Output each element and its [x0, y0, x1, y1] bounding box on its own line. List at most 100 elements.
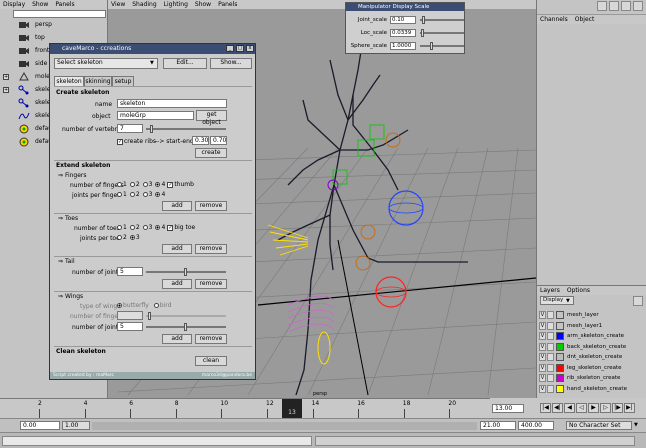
- layer-color-swatch[interactable]: [556, 374, 564, 382]
- manipulator-window-title[interactable]: Manipulator Display Scale: [346, 3, 464, 11]
- butterfly-radio[interactable]: [117, 303, 122, 308]
- tab-setup[interactable]: setup: [112, 76, 134, 86]
- loc-scale-field[interactable]: 0.0339: [390, 29, 416, 37]
- outliner-item[interactable]: persp: [0, 18, 108, 31]
- tail-joints-field[interactable]: 5: [117, 267, 143, 276]
- current-frame-marker[interactable]: 13: [282, 399, 302, 419]
- go-to-end-icon[interactable]: ▶|: [624, 403, 635, 413]
- show-button[interactable]: Show...: [210, 58, 252, 69]
- layer-visibility-toggle[interactable]: V: [539, 332, 546, 340]
- maximize-icon[interactable]: □: [236, 45, 244, 52]
- finger-joints-radio-2[interactable]: [129, 192, 135, 197]
- select-skeleton-dropdown[interactable]: Select skeleton: [54, 58, 158, 69]
- layers-menu-options[interactable]: Options: [567, 287, 590, 294]
- vertebras-field[interactable]: 7: [117, 124, 143, 133]
- playback-start-field[interactable]: 1.00: [62, 421, 90, 430]
- start-time-field[interactable]: 0.00: [20, 421, 60, 430]
- sphere-scale-slider[interactable]: [420, 42, 464, 50]
- channel-tool-icon[interactable]: [597, 1, 607, 11]
- command-input[interactable]: [2, 436, 312, 446]
- fingers-radio-3[interactable]: [142, 182, 148, 187]
- channel-box-icon[interactable]: [633, 1, 643, 11]
- layer-color-swatch[interactable]: [556, 353, 564, 361]
- toes-radio-1[interactable]: [117, 225, 122, 230]
- layer-color-swatch[interactable]: [556, 363, 564, 372]
- wings-remove-button[interactable]: remove: [195, 334, 227, 344]
- layer-type-toggle[interactable]: [547, 374, 554, 382]
- layer-row[interactable]: Vback_skeleton_create: [539, 342, 645, 352]
- loc-scale-slider[interactable]: [420, 29, 464, 37]
- name-field[interactable]: skeleton: [117, 99, 227, 108]
- toes-radio-4[interactable]: [155, 225, 161, 230]
- fingers-radio-4[interactable]: [155, 182, 161, 187]
- layer-type-toggle[interactable]: [547, 311, 554, 319]
- toes-add-button[interactable]: add: [162, 244, 192, 254]
- fingers-remove-button[interactable]: remove: [195, 201, 227, 211]
- toe-joints-radio-2[interactable]: [117, 235, 122, 240]
- play-forwards-icon[interactable]: ▶: [588, 403, 599, 413]
- layer-type-toggle[interactable]: [547, 321, 554, 330]
- new-layer-icon[interactable]: [633, 296, 643, 306]
- finger-joints-radio-1[interactable]: [117, 192, 122, 197]
- layer-visibility-toggle[interactable]: V: [539, 321, 546, 330]
- wing-joints-field[interactable]: 5: [117, 322, 143, 331]
- object-field[interactable]: moleGrp: [117, 111, 194, 120]
- tail-joints-slider[interactable]: [146, 268, 226, 276]
- edit-button[interactable]: Edit...: [163, 58, 207, 69]
- current-frame-field[interactable]: 13.00: [492, 404, 524, 413]
- layer-color-swatch[interactable]: [556, 342, 564, 351]
- expand-icon[interactable]: +: [3, 86, 9, 93]
- layer-type-toggle[interactable]: [547, 353, 554, 361]
- layer-row[interactable]: Vdnt_skeleton_create: [539, 352, 645, 362]
- layer-type-toggle[interactable]: [547, 332, 554, 340]
- toes-radio-3[interactable]: [142, 225, 148, 230]
- close-icon[interactable]: x: [246, 45, 254, 52]
- tab-skeleton[interactable]: skeleton: [54, 76, 84, 86]
- joint-scale-slider[interactable]: [420, 16, 464, 24]
- outliner-menu-display[interactable]: Display: [3, 1, 25, 8]
- step-back-key-icon[interactable]: ◀|: [552, 403, 563, 413]
- get-object-button[interactable]: get object: [196, 110, 227, 126]
- layer-visibility-toggle[interactable]: V: [539, 342, 546, 351]
- step-forward-frame-icon[interactable]: ▷: [600, 403, 611, 413]
- outliner-menu-panels[interactable]: Panels: [55, 1, 74, 8]
- tail-remove-button[interactable]: remove: [195, 279, 227, 289]
- channel-menu-object[interactable]: Object: [575, 16, 595, 23]
- sphere-scale-field[interactable]: 1.0000: [390, 42, 416, 50]
- attribute-editor-icon[interactable]: [609, 1, 619, 11]
- time-slider[interactable]: 2 4 6 8 10 12 14 16 18 20 13: [0, 398, 536, 419]
- layer-row[interactable]: Vrib_skeleton_create: [539, 373, 645, 383]
- outliner-menu-show[interactable]: Show: [32, 1, 48, 8]
- layer-visibility-toggle[interactable]: V: [539, 353, 546, 361]
- wing-fingers-field[interactable]: [117, 311, 143, 320]
- layer-visibility-toggle[interactable]: V: [539, 384, 546, 393]
- finger-joints-radio-3[interactable]: [142, 192, 148, 197]
- layer-row[interactable]: Varm_skeleton_create: [539, 331, 645, 341]
- clean-button[interactable]: clean: [195, 356, 227, 366]
- wing-fingers-slider[interactable]: [146, 312, 226, 320]
- character-set-select[interactable]: No Character Set: [566, 421, 632, 430]
- thumb-checkbox[interactable]: ✓: [167, 181, 174, 188]
- vertebras-slider[interactable]: [146, 125, 226, 133]
- go-to-start-icon[interactable]: |◀: [540, 403, 551, 413]
- channel-menu-channels[interactable]: Channels: [540, 16, 568, 23]
- tab-skinning[interactable]: skinning: [84, 76, 112, 86]
- create-button[interactable]: create: [195, 148, 227, 158]
- layer-type-toggle[interactable]: [547, 342, 554, 351]
- skeleton-window-title[interactable]: caveMarco - ccreations _ □ x: [50, 44, 255, 54]
- step-forward-key-icon[interactable]: |▶: [612, 403, 623, 413]
- fingers-radio-2[interactable]: [129, 182, 135, 187]
- layers-menu-layers[interactable]: Layers: [540, 287, 560, 294]
- bird-radio[interactable]: [153, 303, 159, 308]
- layer-visibility-toggle[interactable]: V: [539, 363, 546, 372]
- range-bar[interactable]: [92, 422, 477, 430]
- minimize-icon[interactable]: _: [226, 45, 234, 52]
- end-time-field[interactable]: 400.00: [518, 421, 554, 430]
- layer-color-swatch[interactable]: [556, 384, 564, 393]
- layer-row[interactable]: Vmesh_layer: [539, 310, 645, 320]
- layer-row[interactable]: Vleg_skeleton_create: [539, 363, 645, 373]
- finger-joints-radio-4[interactable]: [155, 192, 161, 197]
- ribs-start-field[interactable]: 0.30: [192, 136, 209, 145]
- expand-icon[interactable]: +: [3, 73, 9, 80]
- ribs-end-field[interactable]: 0.70: [210, 136, 227, 145]
